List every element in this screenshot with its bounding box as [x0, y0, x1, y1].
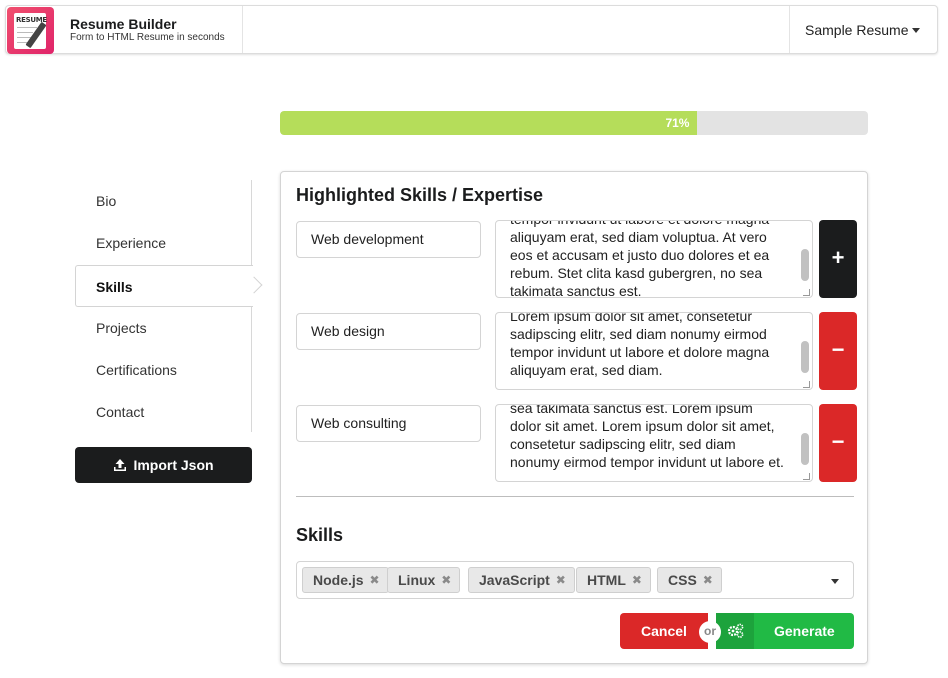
textarea-scrollbar[interactable] — [800, 407, 810, 479]
generate-button[interactable]: Generate — [716, 613, 854, 649]
description-line: Lorem ipsum dolor sit amet, consetetur — [510, 312, 752, 324]
sidebar-item-experience[interactable]: Experience — [75, 222, 252, 264]
skill-tag[interactable]: Node.js ✖ — [302, 567, 389, 593]
remove-tag-icon[interactable]: ✖ — [632, 568, 642, 592]
skill-description-textarea[interactable]: sea takimata sanctus est. Lorem ipsum do… — [495, 404, 813, 482]
sidebar-item-certifications[interactable]: Certifications — [75, 349, 252, 391]
resume-logo-icon: RESUME — [7, 7, 54, 54]
skill-tag[interactable]: JavaScript ✖ — [468, 567, 575, 593]
skill-description-textarea[interactable]: Lorem ipsum dolor sit amet, consetetur s… — [495, 312, 813, 390]
upload-icon — [114, 458, 127, 471]
progress-label: 71% — [665, 116, 690, 130]
skill-tag-label: Node.js — [313, 572, 364, 588]
remove-skill-button[interactable]: − — [819, 312, 857, 390]
sidebar-item-skills[interactable]: Skills — [75, 265, 253, 307]
remove-tag-icon[interactable]: ✖ — [556, 568, 566, 592]
resize-grip-icon[interactable] — [803, 381, 810, 388]
sidebar-item-projects[interactable]: Projects — [75, 307, 252, 349]
skills-heading: Skills — [296, 525, 344, 545]
description-line: eos et accusam et justo duo dolores et e… — [510, 247, 770, 263]
remove-skill-button[interactable]: − — [819, 404, 857, 482]
textarea-scrollbar[interactable] — [800, 223, 810, 295]
remove-tag-icon[interactable]: ✖ — [370, 568, 380, 592]
caret-down-icon[interactable] — [831, 579, 839, 584]
cancel-button[interactable]: Cancel — [620, 613, 708, 649]
skill-name-input[interactable]: Web consulting — [296, 405, 481, 442]
skill-tag[interactable]: CSS ✖ — [657, 567, 722, 593]
resize-grip-icon[interactable] — [803, 473, 810, 480]
skill-name-input[interactable]: Web development — [296, 221, 481, 258]
skill-tag[interactable]: HTML ✖ — [576, 567, 651, 593]
sidebar-item-bio[interactable]: Bio — [75, 180, 252, 222]
resume-selector[interactable]: Sample Resume — [805, 22, 909, 38]
remove-tag-icon[interactable]: ✖ — [703, 568, 713, 592]
sidebar-item-contact[interactable]: Contact — [75, 391, 252, 433]
description-line: sadipscing elitr, sed diam nonumy eirmod — [510, 326, 767, 342]
skill-description-textarea[interactable]: tempor invidunt ut labore et dolore magn… — [495, 220, 813, 298]
description-line: aliquyam erat, sed diam voluptua. At ver… — [510, 229, 767, 245]
skill-tag-label: JavaScript — [479, 572, 550, 588]
progress-fill: 71% — [280, 111, 698, 135]
description-line: takimata sanctus est. — [510, 283, 642, 298]
skill-tag-label: Linux — [398, 572, 436, 588]
skills-multiselect[interactable]: Node.js ✖ Linux ✖ JavaScript ✖ HTML ✖ CSS ✖ — [296, 561, 854, 599]
description-line: tempor invidunt ut labore et dolore magn… — [510, 221, 796, 228]
description-line: aliquyam erat, sed diam. — [510, 362, 663, 378]
remove-tag-icon[interactable]: ✖ — [441, 568, 451, 592]
skills-form-card: Highlighted Skills / Expertise Web devel… — [280, 171, 868, 664]
description-line: nonumy eirmod tempor invidunt ut labore … — [510, 454, 784, 470]
caret-down-icon[interactable] — [912, 28, 920, 33]
resize-grip-icon[interactable] — [803, 289, 810, 296]
description-line: sea takimata sanctus est. Lorem ipsum — [510, 404, 753, 416]
description-line: rebum. Stet clita kasd gubergren, no sea — [510, 265, 763, 281]
app-title: Resume Builder — [70, 16, 177, 32]
section-divider — [296, 496, 854, 497]
skill-tag[interactable]: Linux ✖ — [387, 567, 461, 593]
app-subtitle: Form to HTML Resume in seconds — [70, 32, 225, 43]
gears-icon — [716, 613, 754, 649]
or-separator: or — [699, 621, 721, 643]
add-skill-button[interactable]: + — [819, 220, 857, 298]
description-line: dolor sit amet. Lorem ipsum dolor sit am… — [510, 418, 775, 434]
skill-name-input[interactable]: Web design — [296, 313, 481, 350]
description-line: consetetur sadipscing elitr, sed diam — [510, 436, 736, 452]
app-header: RESUME Resume Builder Form to HTML Resum… — [5, 5, 938, 54]
import-json-label: Import Json — [133, 457, 214, 473]
generate-label: Generate — [774, 623, 835, 639]
description-line: tempor invidunt ut labore et dolore magn… — [510, 344, 770, 360]
textarea-scrollbar[interactable] — [800, 315, 810, 387]
skill-tag-label: HTML — [587, 572, 626, 588]
skill-tag-label: CSS — [668, 572, 697, 588]
progress-bar: 71% — [280, 111, 868, 135]
sidebar-nav: Bio Experience Skills Projects Certifica… — [75, 180, 253, 433]
import-json-button[interactable]: Import Json — [75, 447, 252, 483]
section-title: Highlighted Skills / Expertise — [296, 185, 544, 205]
